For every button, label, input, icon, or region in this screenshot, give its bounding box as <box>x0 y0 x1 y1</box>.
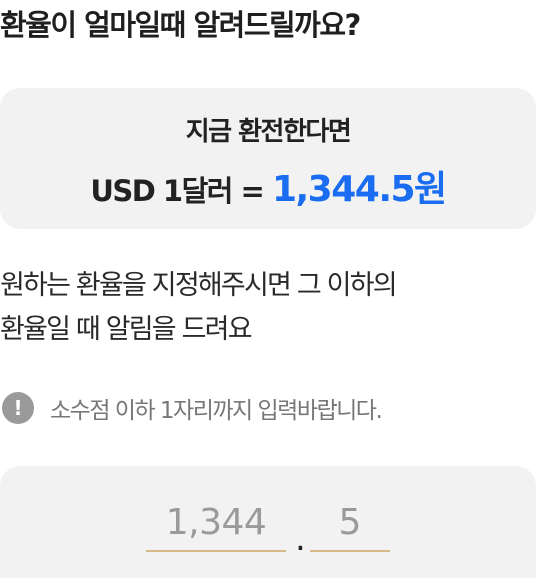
decimal-rate-input[interactable]: 5 <box>310 496 390 552</box>
rate-input-card: 1,344 . 5 <box>0 466 536 578</box>
current-rate-line: USD 1달러 = 1,344.5원 <box>0 160 536 212</box>
integer-rate-input[interactable]: 1,344 <box>146 496 286 552</box>
description-line-1: 원하는 환율을 지정해주시면 그 이하의 <box>0 270 398 301</box>
description-line-2: 환율일 때 알림을 드려요 <box>0 314 253 345</box>
input-notice: ! 소수점 이하 1자리까지 입력바랍니다. <box>2 392 383 424</box>
current-rate-heading: 지금 환전한다면 <box>185 117 352 147</box>
currency-label: USD 1달러 = <box>90 174 272 208</box>
decimal-separator: . <box>295 519 306 559</box>
alert-description: 원하는 환율을 지정해주시면 그 이하의 환율일 때 알림을 드려요 <box>0 264 398 352</box>
current-rate-value: 1,344.5원 <box>271 169 447 210</box>
exclamation-icon: ! <box>2 392 34 424</box>
notice-text: 소수점 이하 1자리까지 입력바랍니다. <box>50 398 383 424</box>
page-title: 환율이 얼마일때 알려드릴까요? <box>0 8 361 42</box>
current-rate-card: 지금 환전한다면 USD 1달러 = 1,344.5원 <box>0 88 536 229</box>
